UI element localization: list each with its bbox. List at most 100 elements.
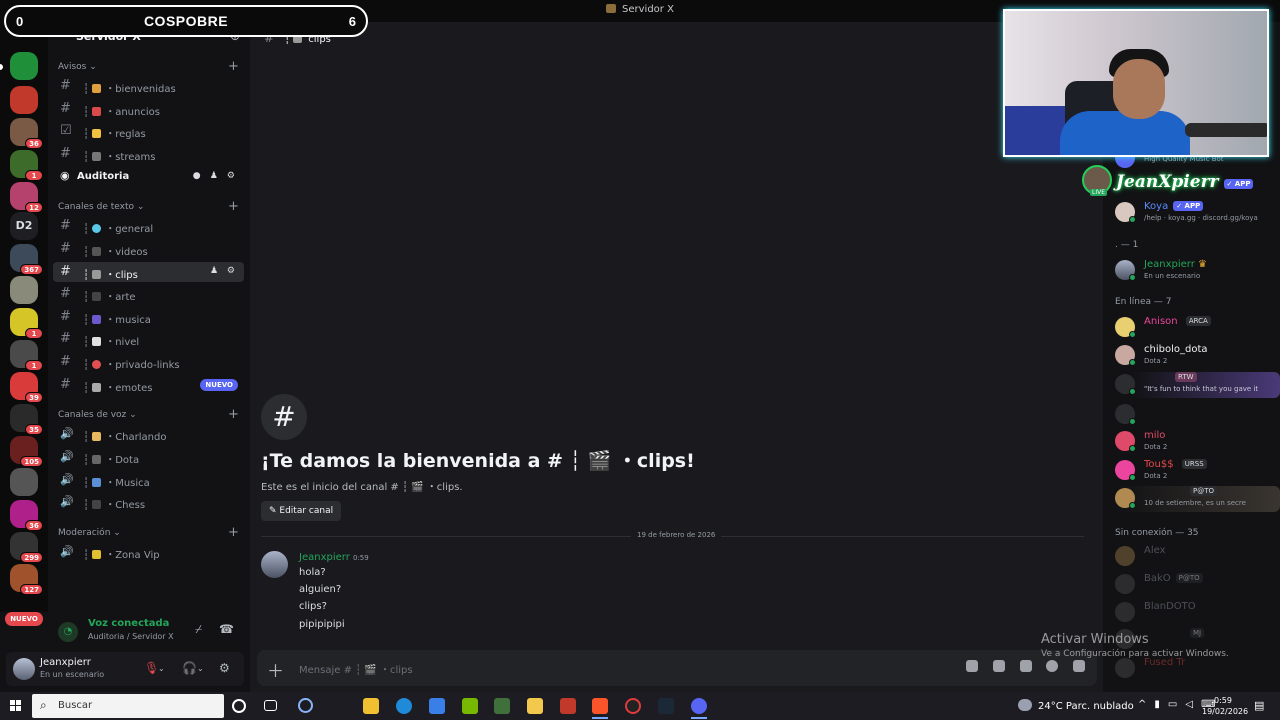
voice-channel-charlando[interactable]: 🔊 ┆ ・Charlando <box>53 424 244 444</box>
mic-muted-icon[interactable]: 🎙 <box>144 661 159 675</box>
cortana-icon[interactable] <box>232 699 246 713</box>
speed-icon[interactable] <box>298 698 313 713</box>
store-icon[interactable] <box>363 698 379 714</box>
folder-icon[interactable] <box>527 698 543 714</box>
message-author[interactable]: Jeanxpierr <box>299 552 350 563</box>
taskbar-search[interactable]: ⌕ Buscar <box>32 694 224 718</box>
category-avisos[interactable]: Avisos ⌄ + <box>58 59 239 74</box>
add-channel-icon[interactable]: + <box>228 199 239 214</box>
edge-icon[interactable] <box>396 698 412 714</box>
weather-widget[interactable]: 24°C Parc. nublado <box>1018 699 1134 712</box>
member-rtw[interactable]: RTW "It's fun to think that you gave it <box>1115 372 1280 398</box>
server-icon-15[interactable]: 36 <box>10 500 43 531</box>
member-pato[interactable]: P@TO 10 de setiembre, es un secre <box>1115 486 1280 512</box>
edit-channel-button[interactable]: ✎ Editar canal <box>261 501 342 521</box>
chevron-up-icon[interactable]: ^ <box>1138 699 1154 710</box>
channel-auditoria[interactable]: ◉ Auditoria ● ♟ ⚙ <box>53 167 244 187</box>
voice-channel-dota[interactable]: 🔊 ┆ ・Dota <box>53 447 244 467</box>
channel-emotes[interactable]: # ┆ ・emotes NUEVO <box>53 375 244 395</box>
member-milo[interactable]: milo Dota 2 <box>1115 429 1275 455</box>
channel-tools[interactable]: ♟ ⚙ <box>210 266 238 276</box>
voice-channel-chess[interactable]: 🔊 ┆ ・Chess <box>53 492 244 512</box>
voice-status[interactable]: Voz conectada <box>88 618 169 629</box>
volume-icon[interactable]: ◁ <box>1185 699 1201 710</box>
server-icon-2[interactable] <box>10 86 38 114</box>
mic-icon[interactable]: ▮ <box>1154 699 1168 710</box>
mail-icon[interactable] <box>429 698 445 714</box>
member-tous[interactable]: Tou$$ URSS Dota 2 <box>1115 458 1275 484</box>
nvidia-icon[interactable] <box>462 698 478 714</box>
notification-icon[interactable]: ▤ <box>1254 699 1264 712</box>
channel-nivel[interactable]: # ┆ ・nivel <box>53 329 244 349</box>
member-offline[interactable]: Fused Tr <box>1115 656 1275 682</box>
voice-channel-musica[interactable]: 🔊 ┆ ・Musica <box>53 470 244 490</box>
server-icon-17[interactable]: 127 <box>10 564 43 595</box>
member-offline[interactable]: BlanDOTO <box>1115 600 1275 626</box>
channel-reglas[interactable]: ☑ ┆ ・reglas <box>53 121 244 141</box>
member-chibolo[interactable]: chibolo_dota Dota 2 <box>1115 343 1275 369</box>
message-composer[interactable]: ＋ Mensaje # ┆ 🎬 ・clips <box>257 650 1097 686</box>
server-icon-3[interactable]: 36 <box>10 118 43 149</box>
sticker-icon[interactable] <box>1020 660 1032 672</box>
member-anon[interactable] <box>1115 402 1275 428</box>
server-icon-7[interactable]: 367 <box>10 244 43 275</box>
channel-tools[interactable]: ● ♟ ⚙ <box>193 171 238 181</box>
signal-icon[interactable]: ◔ <box>58 622 78 642</box>
windows-start-icon[interactable] <box>10 700 22 712</box>
add-channel-icon[interactable]: + <box>228 59 239 74</box>
voice-location[interactable]: Auditoria / Servidor X <box>88 632 174 641</box>
emoji-icon[interactable] <box>1046 660 1058 672</box>
server-icon-10[interactable]: 1 <box>10 340 43 371</box>
server-icon-8[interactable] <box>10 276 38 304</box>
app-icon[interactable] <box>560 698 576 714</box>
new-badge[interactable]: NUEVO <box>5 612 43 626</box>
category-texto[interactable]: Canales de texto ⌄ + <box>58 199 239 214</box>
server-icon-d2[interactable]: D2 <box>10 212 38 240</box>
gift-icon[interactable] <box>966 660 978 672</box>
minecraft-icon[interactable] <box>494 698 510 714</box>
server-icon-16[interactable]: 299 <box>10 532 43 563</box>
chevron-down-icon[interactable]: ⌄ <box>197 664 204 673</box>
server-icon-12[interactable]: 35 <box>10 404 43 435</box>
add-attachment-icon[interactable]: ＋ <box>267 657 284 682</box>
category-voz[interactable]: Canales de voz ⌄ + <box>58 407 239 422</box>
add-channel-icon[interactable]: + <box>228 407 239 422</box>
message-input[interactable]: Mensaje # ┆ 🎬 ・clips <box>299 661 413 676</box>
gif-icon[interactable] <box>993 660 1005 672</box>
channel-streams[interactable]: # ┆ ・streams <box>53 144 244 164</box>
network-icon[interactable]: ▭ <box>1168 699 1185 710</box>
server-icon-13[interactable]: 105 <box>10 436 43 467</box>
server-icon-5[interactable]: 12 <box>10 182 43 213</box>
add-channel-icon[interactable]: + <box>228 525 239 540</box>
gear-icon[interactable]: ⚙ <box>219 661 230 675</box>
disconnect-icon[interactable]: ☎ <box>219 622 234 636</box>
clock[interactable]: 0:59 19/02/2026 <box>1202 695 1248 717</box>
steam-icon[interactable] <box>658 698 674 714</box>
member-offline[interactable]: Alex <box>1115 544 1275 570</box>
category-moderacion[interactable]: Moderación ⌄ + <box>58 525 239 540</box>
avatar[interactable] <box>13 658 35 680</box>
noise-suppression-icon[interactable]: ⌿ <box>195 622 202 637</box>
headphones-icon[interactable]: 🎧 <box>182 661 197 675</box>
channel-bienvenidas[interactable]: # ┆ ・bienvenidas <box>53 76 244 96</box>
server-icon-1[interactable] <box>10 52 38 80</box>
channel-anuncios[interactable]: # ┆ ・anuncios <box>53 99 244 119</box>
channel-clips[interactable]: # ┆ ・clips ♟ ⚙ <box>53 262 244 282</box>
member-jeanxpierr[interactable]: Jeanxpierr ♛ En un escenario <box>1115 258 1275 284</box>
voice-channel-zona-vip[interactable]: 🔊 ┆ ・Zona Vip <box>53 542 244 562</box>
channel-arte[interactable]: # ┆ ・arte <box>53 284 244 304</box>
brave-icon[interactable] <box>592 698 608 714</box>
server-icon-11[interactable]: 39 <box>10 372 43 403</box>
chevron-down-icon[interactable]: ⌄ <box>158 664 165 673</box>
member-koya[interactable]: Koya ✓ APP/help · koya.gg · discord.gg/ko… <box>1115 200 1275 226</box>
server-icon-14[interactable] <box>10 468 38 496</box>
channel-general[interactable]: # ┆ ・general <box>53 216 244 236</box>
obs-icon[interactable] <box>625 698 641 714</box>
server-icon-9[interactable]: 1 <box>10 308 43 339</box>
channel-musica[interactable]: # ┆ ・musica <box>53 307 244 327</box>
apps-icon[interactable] <box>1073 660 1085 672</box>
member-anison[interactable]: Anison ARCA <box>1115 315 1275 341</box>
task-view-icon[interactable] <box>264 700 277 711</box>
discord-icon[interactable] <box>691 698 707 714</box>
member-offline[interactable]: BakO P@TO <box>1115 572 1275 598</box>
